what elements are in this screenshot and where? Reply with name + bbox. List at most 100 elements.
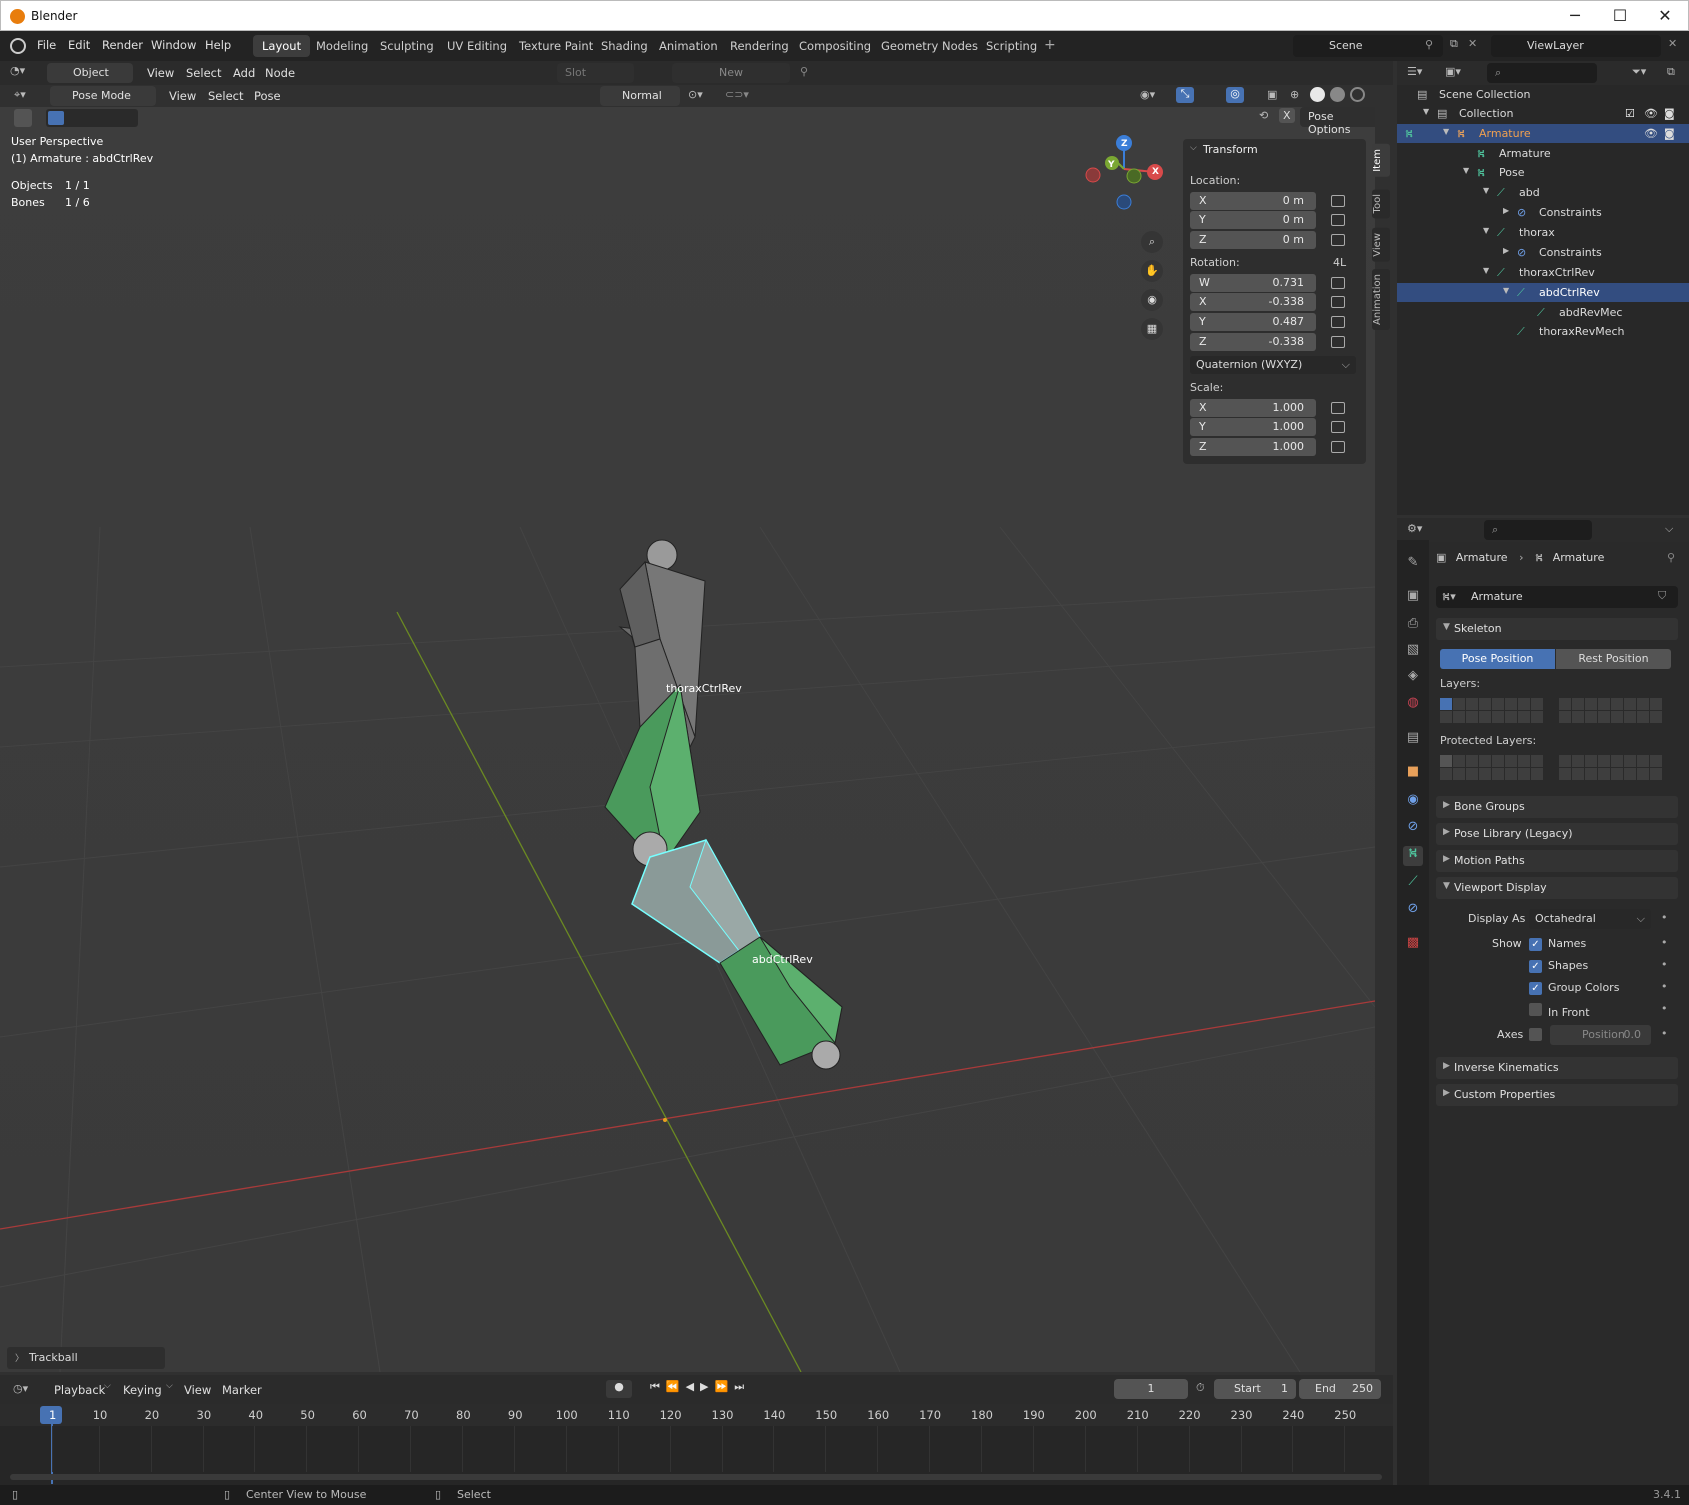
outliner-row-abdctrlrev[interactable]: ▼ ⟋ abdCtrlRev <box>1397 283 1689 302</box>
selection-mode-group[interactable] <box>46 109 138 127</box>
tab-sculpting[interactable]: Sculpting <box>371 35 443 57</box>
last-operator-panel[interactable]: 〉 Trackball <box>7 1347 165 1369</box>
chevron-down-icon[interactable]: ▼ <box>1423 107 1429 116</box>
outliner-row-abdrevmec[interactable]: ⟋ abdRevMec <box>1397 303 1689 322</box>
render-properties-icon[interactable]: ▣ <box>1403 588 1423 608</box>
outliner-row-thoraxctrlrev[interactable]: ▼ ⟋ thoraxCtrlRev <box>1397 263 1689 282</box>
blender-menu-icon[interactable] <box>10 38 26 54</box>
tab-animation-side[interactable]: Animation <box>1372 269 1390 330</box>
axes-position-field[interactable]: Position 0.0 <box>1550 1025 1651 1045</box>
armature-data-block[interactable]: ⛕▾ Armature ⛉ <box>1436 586 1678 608</box>
fake-user-shield-icon[interactable]: ⛉ <box>1658 589 1666 603</box>
bone-properties-icon[interactable]: ⟋ <box>1403 874 1423 894</box>
gizmo-toggle-icon[interactable]: ⤡ <box>1176 87 1194 103</box>
in-front-checkbox[interactable]: In Front <box>1529 1003 1590 1019</box>
editor-type-icon[interactable]: ⚙▾ <box>1407 522 1422 535</box>
lock-icon[interactable] <box>1331 195 1345 207</box>
camera-view-icon[interactable]: ◉ <box>1141 289 1163 311</box>
eye-icon[interactable]: 👁 <box>1644 127 1658 140</box>
xray-icon[interactable]: ▣ <box>1267 88 1277 101</box>
tab-layout[interactable]: Layout <box>253 35 311 57</box>
shapes-checkbox[interactable]: ✓ Shapes <box>1529 959 1588 973</box>
keyframe-dot-icon[interactable]: • <box>1661 911 1668 924</box>
viewport-display-panel-header[interactable]: ▼ Viewport Display <box>1436 877 1678 899</box>
chevron-down-icon[interactable]: ▼ <box>1483 186 1489 195</box>
outliner-search-input[interactable]: ⌕ <box>1487 63 1597 83</box>
pivot-icon[interactable]: ⊙▾ <box>688 88 703 101</box>
menu-window[interactable]: Window <box>151 38 196 52</box>
material-shading-icon[interactable] <box>1330 87 1345 102</box>
lock-icon[interactable] <box>1331 234 1345 246</box>
outliner-row-armature-object[interactable]: ⛕ ▼ ⛕ Armature 👁 ◙ <box>1397 124 1689 143</box>
editor-type-icon[interactable]: ☰▾ <box>1407 65 1422 78</box>
wireframe-shading-icon[interactable]: ⊕ <box>1290 88 1299 101</box>
select-box-tool-icon[interactable] <box>14 109 32 127</box>
delete-view-layer-icon[interactable]: ✕ <box>1668 37 1677 50</box>
menu-node[interactable]: Node <box>265 66 295 80</box>
layers-grid-left[interactable] <box>1440 698 1543 723</box>
display-as-dropdown[interactable]: Octahedral ⌵ <box>1529 909 1651 929</box>
names-checkbox[interactable]: ✓ Names <box>1529 937 1586 951</box>
checkbox-icon[interactable]: ☑ <box>1625 107 1635 120</box>
properties-search-input[interactable]: ⌕ <box>1484 520 1592 540</box>
bone-groups-panel-header[interactable]: ▶ Bone Groups <box>1436 796 1678 818</box>
scale-z-field[interactable]: Z 1.000 <box>1190 438 1316 456</box>
view-layer-selector[interactable]: ViewLayer <box>1491 35 1661 57</box>
menu-view[interactable]: View <box>169 89 196 103</box>
menu-select[interactable]: Select <box>186 66 221 80</box>
protected-layers-grid-left[interactable] <box>1440 755 1543 780</box>
tab-scripting[interactable]: Scripting <box>977 35 1046 57</box>
tab-tool[interactable]: Tool <box>1372 189 1390 219</box>
motion-paths-panel-header[interactable]: ▶ Motion Paths <box>1436 850 1678 872</box>
keyframe-dot-icon[interactable]: • <box>1661 936 1668 949</box>
new-collection-icon[interactable]: ⧉ <box>1667 65 1675 79</box>
keyframe-dot-icon[interactable]: • <box>1661 980 1668 993</box>
tab-item[interactable]: Item <box>1372 144 1390 177</box>
pose-mode-dropdown[interactable]: Pose Mode <box>50 86 156 106</box>
3d-viewport[interactable]: User Perspective (1) Armature : abdCtrlR… <box>0 107 1375 1372</box>
outliner-row-thorax[interactable]: ▼ ⟋ thorax <box>1397 223 1689 242</box>
lock-icon[interactable] <box>1331 296 1345 308</box>
scale-x-field[interactable]: X 1.000 <box>1190 399 1316 417</box>
location-z-field[interactable]: Z 0 m <box>1190 231 1316 249</box>
tool-properties-icon[interactable]: ✎ <box>1403 555 1423 575</box>
transform-orientation-dropdown[interactable]: Normal <box>600 86 680 106</box>
skeleton-panel-header[interactable]: ▼ Skeleton <box>1436 618 1678 640</box>
editor-type-icon[interactable]: ⌖▾ <box>14 88 26 102</box>
chevron-down-icon[interactable]: ▼ <box>1503 286 1509 295</box>
scene-properties-icon[interactable]: ◈ <box>1403 668 1423 688</box>
maximize-button[interactable]: ☐ <box>1600 4 1640 28</box>
chevron-down-icon[interactable]: ▼ <box>1483 226 1489 235</box>
menu-edit[interactable]: Edit <box>68 38 90 52</box>
rendered-shading-icon[interactable] <box>1350 87 1365 102</box>
pin-icon[interactable]: ⚲ <box>800 65 808 78</box>
menu-add[interactable]: Add <box>233 66 255 80</box>
current-frame-field[interactable]: 1 <box>1114 1379 1188 1399</box>
timeline-area[interactable]: 1 10 20 30 40 50 60 70 80 90 100 110 120 130 140 150 160… <box>0 1404 1393 1485</box>
collection-properties-icon[interactable]: ▤ <box>1403 730 1423 750</box>
add-workspace-icon[interactable]: + <box>1044 37 1056 53</box>
world-properties-icon[interactable]: ◍ <box>1403 695 1423 715</box>
lock-icon[interactable] <box>1331 336 1345 348</box>
record-keyframe-icon[interactable]: ● <box>606 1380 632 1398</box>
perspective-toggle-icon[interactable]: ▦ <box>1141 318 1163 340</box>
tab-shading[interactable]: Shading <box>592 35 657 57</box>
rotation-y-field[interactable]: Y 0.487 <box>1190 313 1316 331</box>
rotation-4l-toggle[interactable]: 4L <box>1333 256 1346 269</box>
lock-icon[interactable] <box>1331 441 1345 453</box>
menu-marker[interactable]: Marker <box>222 1383 262 1397</box>
overlay-toggle-icon[interactable]: ◎ <box>1226 87 1244 103</box>
physics-properties-icon[interactable]: ◉ <box>1403 792 1423 812</box>
snap-icon[interactable]: ⊂⊃▾ <box>725 88 749 101</box>
keyframe-dot-icon[interactable]: • <box>1661 958 1668 971</box>
editor-type-icon[interactable]: ◷▾ <box>13 1382 28 1395</box>
keyframe-dot-icon[interactable]: • <box>1661 1002 1668 1015</box>
viewport-canvas[interactable] <box>0 107 1375 1372</box>
tab-rendering[interactable]: Rendering <box>721 35 798 57</box>
new-material-button[interactable]: New <box>672 63 790 83</box>
display-mode-icon[interactable]: ▣▾ <box>1445 65 1461 78</box>
pin-icon[interactable]: ⚲ <box>1667 551 1675 564</box>
x-mirror-toggle[interactable]: X <box>1279 108 1295 123</box>
scale-y-field[interactable]: Y 1.000 <box>1190 418 1316 436</box>
close-button[interactable]: ✕ <box>1645 4 1685 28</box>
